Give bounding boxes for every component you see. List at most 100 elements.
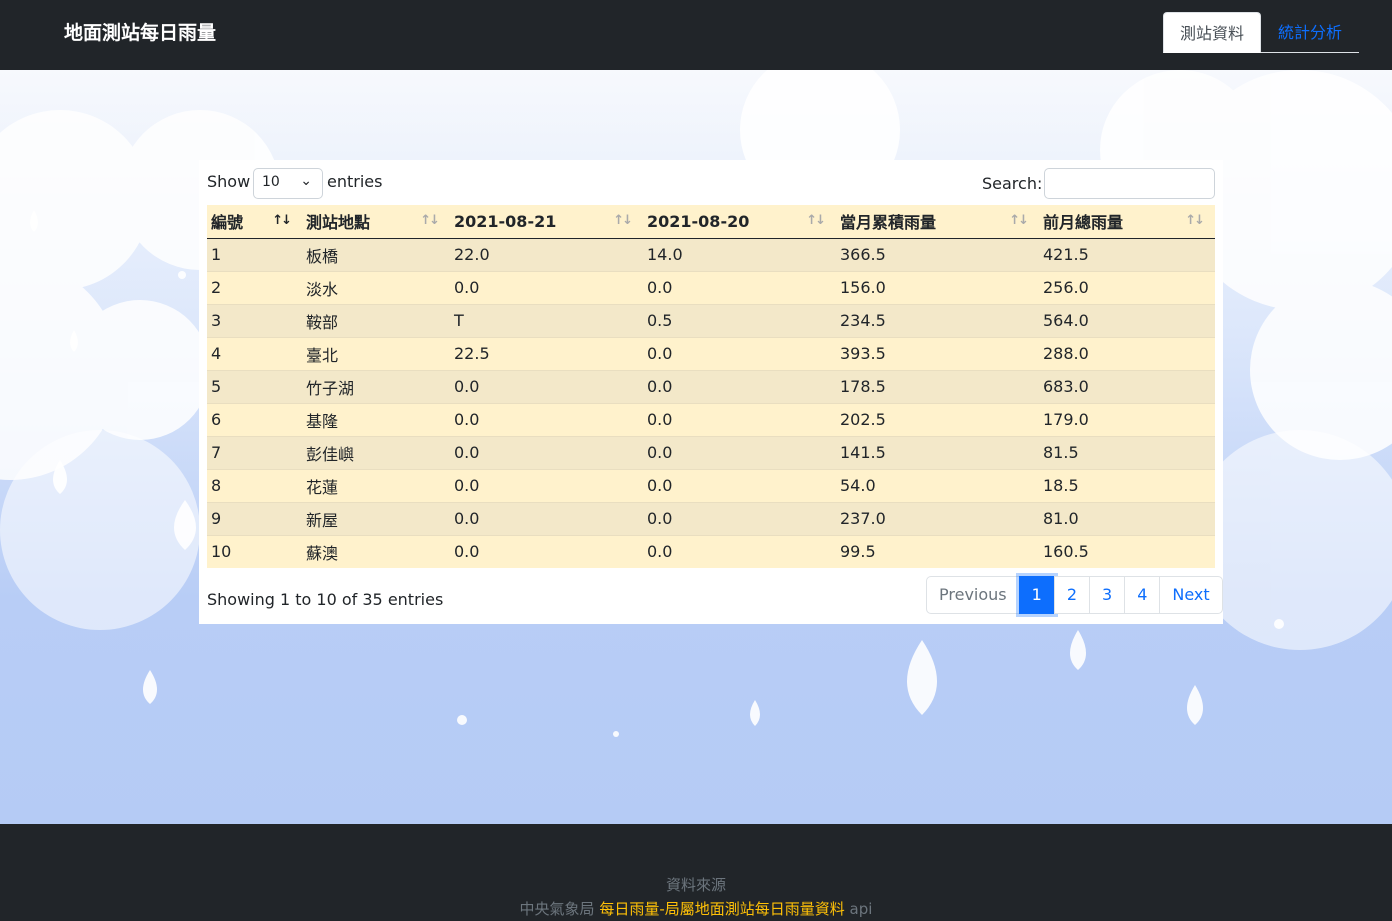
table-cell: 393.5 — [836, 336, 1039, 370]
table-cell: 0.0 — [643, 435, 836, 469]
table-cell: 0.0 — [450, 501, 643, 535]
table-cell: 9 — [207, 501, 302, 535]
table-cell: 0.0 — [643, 501, 836, 535]
entries-length-select[interactable]: 10 ⌄ — [253, 168, 323, 199]
navbar: 地面測站每日雨量 測站資料 統計分析 — [0, 0, 1392, 70]
table-cell: 683.0 — [1039, 369, 1215, 403]
brand-title[interactable]: 地面測站每日雨量 — [64, 20, 216, 46]
table-cell: 0.0 — [450, 369, 643, 403]
table-cell: 234.5 — [836, 303, 1039, 337]
table-cell: 156.0 — [836, 270, 1039, 304]
previous-button[interactable]: Previous — [926, 576, 1020, 614]
table-cell: 81.0 — [1039, 501, 1215, 535]
table-cell: 18.5 — [1039, 468, 1215, 502]
page-button-1[interactable]: 1 — [1018, 576, 1055, 614]
table-cell: 0.0 — [643, 369, 836, 403]
table-cell: 179.0 — [1039, 402, 1215, 436]
next-button[interactable]: Next — [1159, 576, 1223, 614]
table-cell: 花蓮 — [302, 468, 450, 502]
footer-source: 中央氣象局 每日雨量-局屬地面測站每日雨量資料 api — [0, 898, 1392, 919]
table-row: 2 淡水 0.0 0.0 156.0 256.0 — [207, 270, 1215, 304]
column-header-date-2[interactable]: 2021-08-20 ↑↓ — [643, 205, 836, 239]
table-row: 6 基隆 0.0 0.0 202.5 179.0 — [207, 402, 1215, 436]
table-cell: 0.0 — [643, 270, 836, 304]
table-cell: 288.0 — [1039, 336, 1215, 370]
sort-icon: ↑↓ — [1009, 213, 1029, 228]
search-label: Search: — [982, 174, 1043, 193]
table-cell: 8 — [207, 468, 302, 502]
table-cell: 0.5 — [643, 303, 836, 337]
table-cell: 6 — [207, 402, 302, 436]
table-cell: 366.5 — [836, 237, 1039, 271]
table-cell: 竹子湖 — [302, 369, 450, 403]
column-header-last-month[interactable]: 前月總雨量 ↑↓ — [1039, 205, 1215, 239]
table-cell: 0.0 — [643, 402, 836, 436]
table-cell: 基隆 — [302, 402, 450, 436]
table-cell: 22.0 — [450, 237, 643, 271]
table-cell: 564.0 — [1039, 303, 1215, 337]
table-cell: 臺北 — [302, 336, 450, 370]
table-cell: 141.5 — [836, 435, 1039, 469]
table-row: 5 竹子湖 0.0 0.0 178.5 683.0 — [207, 369, 1215, 403]
sort-icon: ↑↓ — [806, 213, 826, 228]
column-header-date-1[interactable]: 2021-08-21 ↑↓ — [450, 205, 643, 239]
table-cell: 54.0 — [836, 468, 1039, 502]
page-button-3[interactable]: 3 — [1089, 576, 1126, 614]
table-cell: 4 — [207, 336, 302, 370]
pagination: Previous 1 2 3 4 Next — [926, 576, 1223, 614]
show-label: Show — [207, 172, 251, 191]
table-header-row: 編號 ↑↓ 測站地點 ↑↓ 2021-08-21 ↑↓ 2021-08-20 ↑↓ 當月… — [207, 205, 1215, 239]
table-cell: T — [450, 303, 643, 337]
table-cell: 256.0 — [1039, 270, 1215, 304]
sort-icon: ↑↓ — [613, 213, 633, 228]
footer-source-prefix: 中央氣象局 — [519, 900, 595, 918]
table-cell: 新屋 — [302, 501, 450, 535]
table-cell: 5 — [207, 369, 302, 403]
table-cell: 0.0 — [643, 336, 836, 370]
page-button-4[interactable]: 4 — [1124, 576, 1161, 614]
footer-source-link[interactable]: 每日雨量-局屬地面測站每日雨量資料 — [599, 900, 844, 918]
table-info: Showing 1 to 10 of 35 entries — [207, 590, 444, 609]
sort-icon: ↑↓ — [420, 213, 440, 228]
chevron-down-icon: ⌄ — [300, 173, 312, 189]
table-cell: 板橋 — [302, 237, 450, 271]
tab-station-data[interactable]: 測站資料 — [1163, 12, 1261, 53]
table-cell: 0.0 — [450, 534, 643, 568]
table-cell: 237.0 — [836, 501, 1039, 535]
column-header-id[interactable]: 編號 ↑↓ — [207, 205, 302, 239]
table-cell: 淡水 — [302, 270, 450, 304]
rainfall-table: 編號 ↑↓ 測站地點 ↑↓ 2021-08-21 ↑↓ 2021-08-20 ↑↓ 當月… — [207, 205, 1215, 568]
table-cell: 鞍部 — [302, 303, 450, 337]
table-cell: 0.0 — [450, 402, 643, 436]
table-cell: 0.0 — [450, 270, 643, 304]
table-cell: 7 — [207, 435, 302, 469]
sort-icon: ↑↓ — [1185, 213, 1205, 228]
table-row: 3 鞍部 T 0.5 234.5 564.0 — [207, 303, 1215, 337]
table-cell: 160.5 — [1039, 534, 1215, 568]
footer-title: 資料來源 — [665, 876, 726, 894]
footer: 資料來源 中央氣象局 每日雨量-局屬地面測站每日雨量資料 api — [0, 824, 1392, 921]
table-row: 9 新屋 0.0 0.0 237.0 81.0 — [207, 501, 1215, 535]
table-row: 4 臺北 22.5 0.0 393.5 288.0 — [207, 336, 1215, 370]
page-button-2[interactable]: 2 — [1053, 576, 1090, 614]
tab-statistics[interactable]: 統計分析 — [1261, 12, 1359, 53]
table-row: 8 花蓮 0.0 0.0 54.0 18.5 — [207, 468, 1215, 502]
table-cell: 22.5 — [450, 336, 643, 370]
table-cell: 99.5 — [836, 534, 1039, 568]
table-cell: 彭佳嶼 — [302, 435, 450, 469]
table-row: 7 彭佳嶼 0.0 0.0 141.5 81.5 — [207, 435, 1215, 469]
table-row: 10 蘇澳 0.0 0.0 99.5 160.5 — [207, 534, 1215, 568]
table-cell: 0.0 — [450, 435, 643, 469]
entries-label: entries — [327, 172, 383, 191]
table-cell: 14.0 — [643, 237, 836, 271]
column-header-month-total[interactable]: 當月累積雨量 ↑↓ — [836, 205, 1039, 239]
table-cell: 81.5 — [1039, 435, 1215, 469]
table-cell: 0.0 — [450, 468, 643, 502]
table-cell: 蘇澳 — [302, 534, 450, 568]
table-cell: 178.5 — [836, 369, 1039, 403]
entries-length-value: 10 — [262, 174, 280, 190]
table-cell: 2 — [207, 270, 302, 304]
column-header-station[interactable]: 測站地點 ↑↓ — [302, 205, 450, 239]
footer-source-suffix: api — [849, 900, 873, 918]
search-input[interactable] — [1044, 168, 1215, 199]
